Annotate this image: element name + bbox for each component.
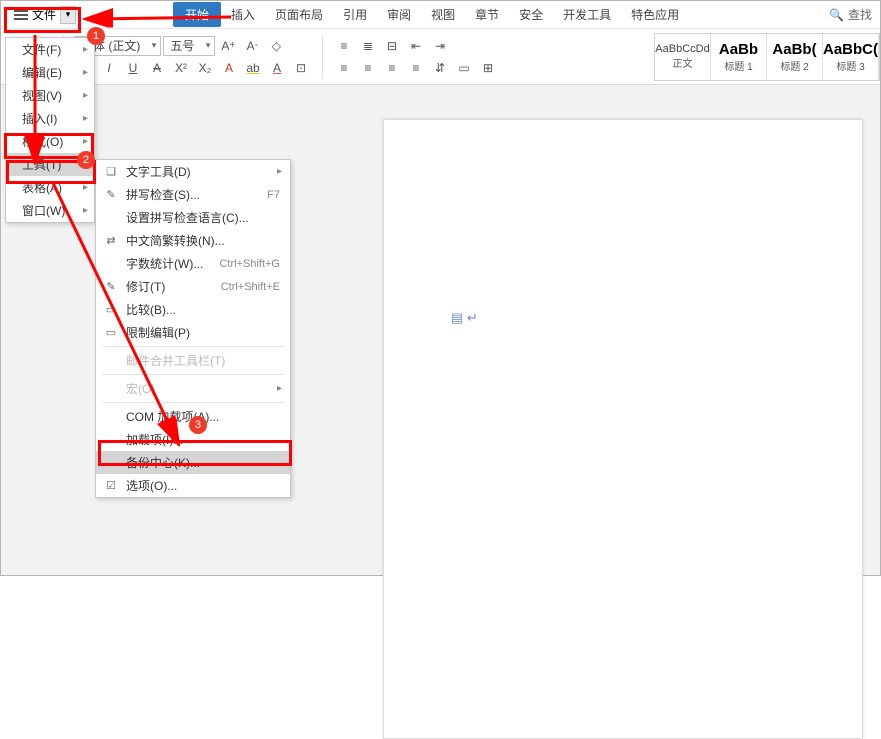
annotation-badge-2: 2 — [77, 151, 95, 169]
annotation-badge-1: 1 — [87, 27, 105, 45]
annotation-badge-3: 3 — [189, 416, 207, 434]
